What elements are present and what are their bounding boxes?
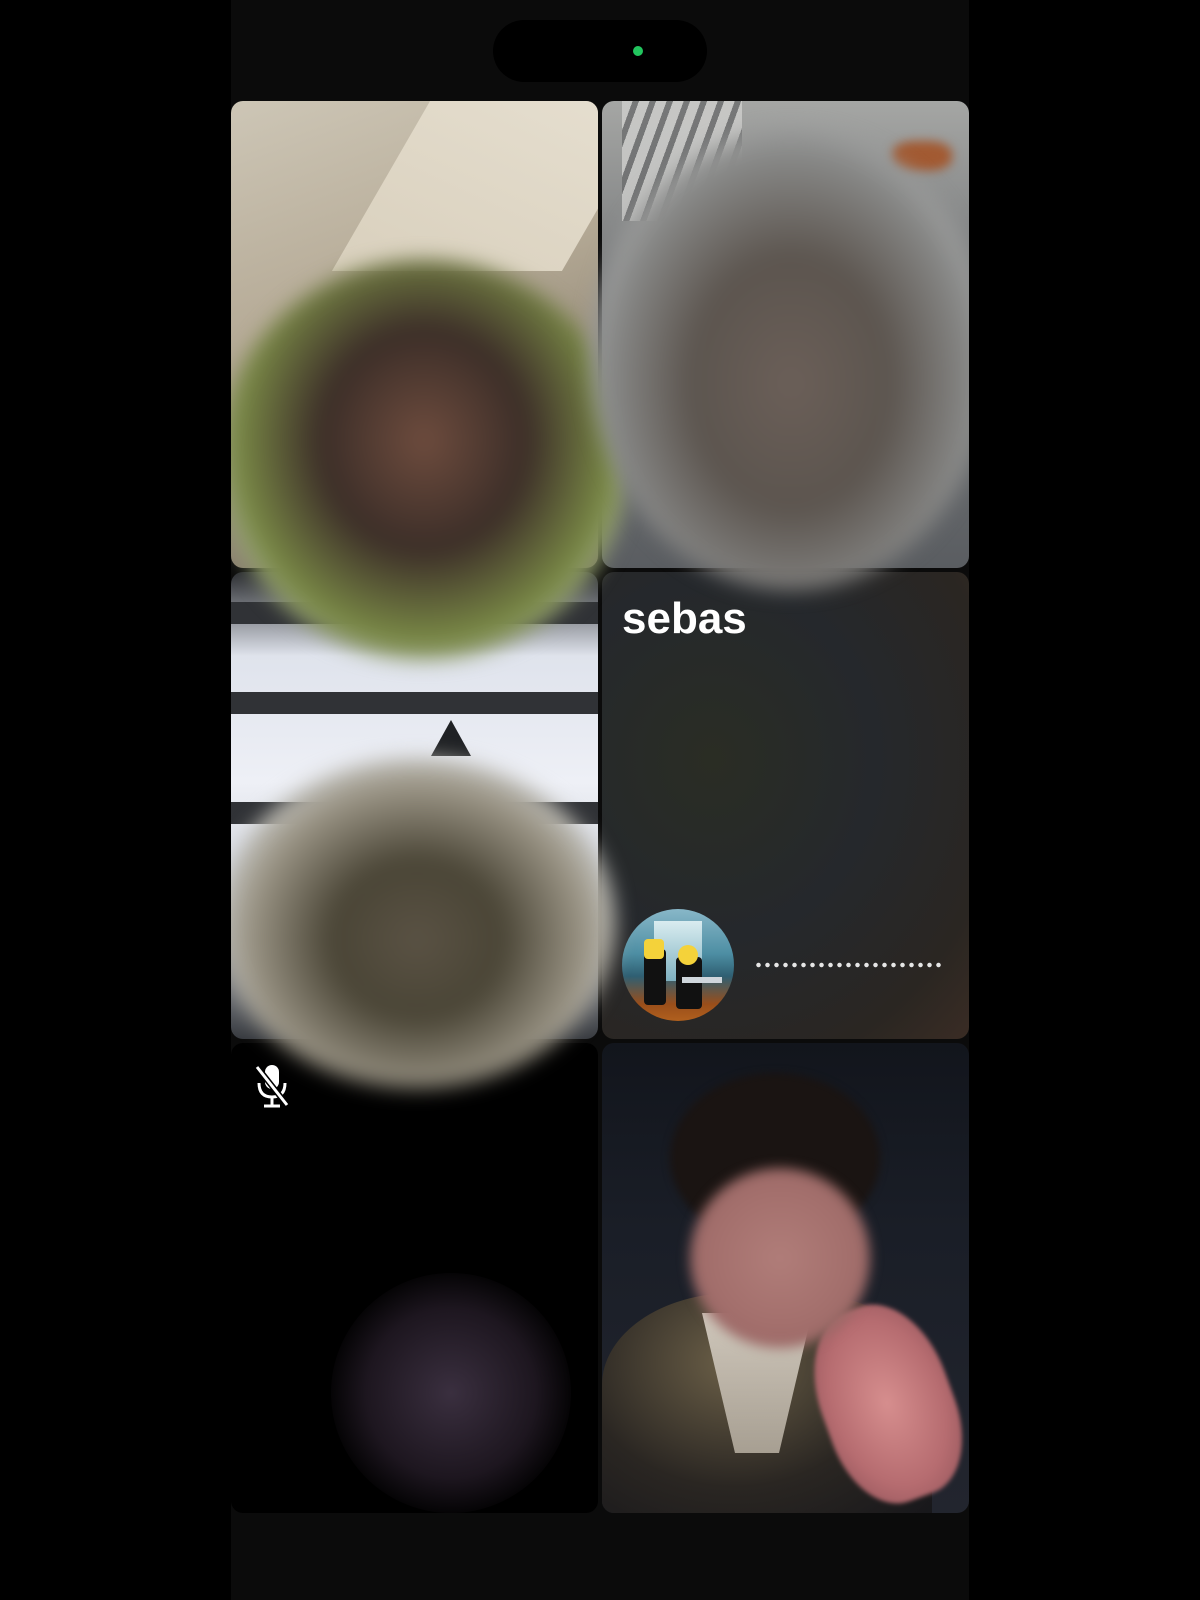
participant-tile-sebas[interactable]: sebas xyxy=(602,572,969,1039)
video-background xyxy=(231,692,598,714)
face-blur xyxy=(690,1168,870,1348)
dynamic-island xyxy=(493,20,707,82)
avatar xyxy=(622,909,734,1021)
face-blur xyxy=(231,260,629,660)
call-screen: sebas xyxy=(231,0,969,1600)
video-background xyxy=(331,1273,571,1513)
face-blur xyxy=(591,130,969,590)
camera-in-use-indicator xyxy=(633,46,643,56)
video-background xyxy=(892,141,952,171)
participant-tile-5[interactable] xyxy=(231,1043,598,1513)
audio-level-indicator xyxy=(754,962,944,968)
video-background xyxy=(331,101,598,271)
mic-off-icon xyxy=(254,1065,290,1108)
face-blur xyxy=(231,758,615,1088)
participant-name: sebas xyxy=(622,594,747,643)
video-background xyxy=(431,720,471,756)
participant-tile-6[interactable] xyxy=(602,1043,969,1513)
